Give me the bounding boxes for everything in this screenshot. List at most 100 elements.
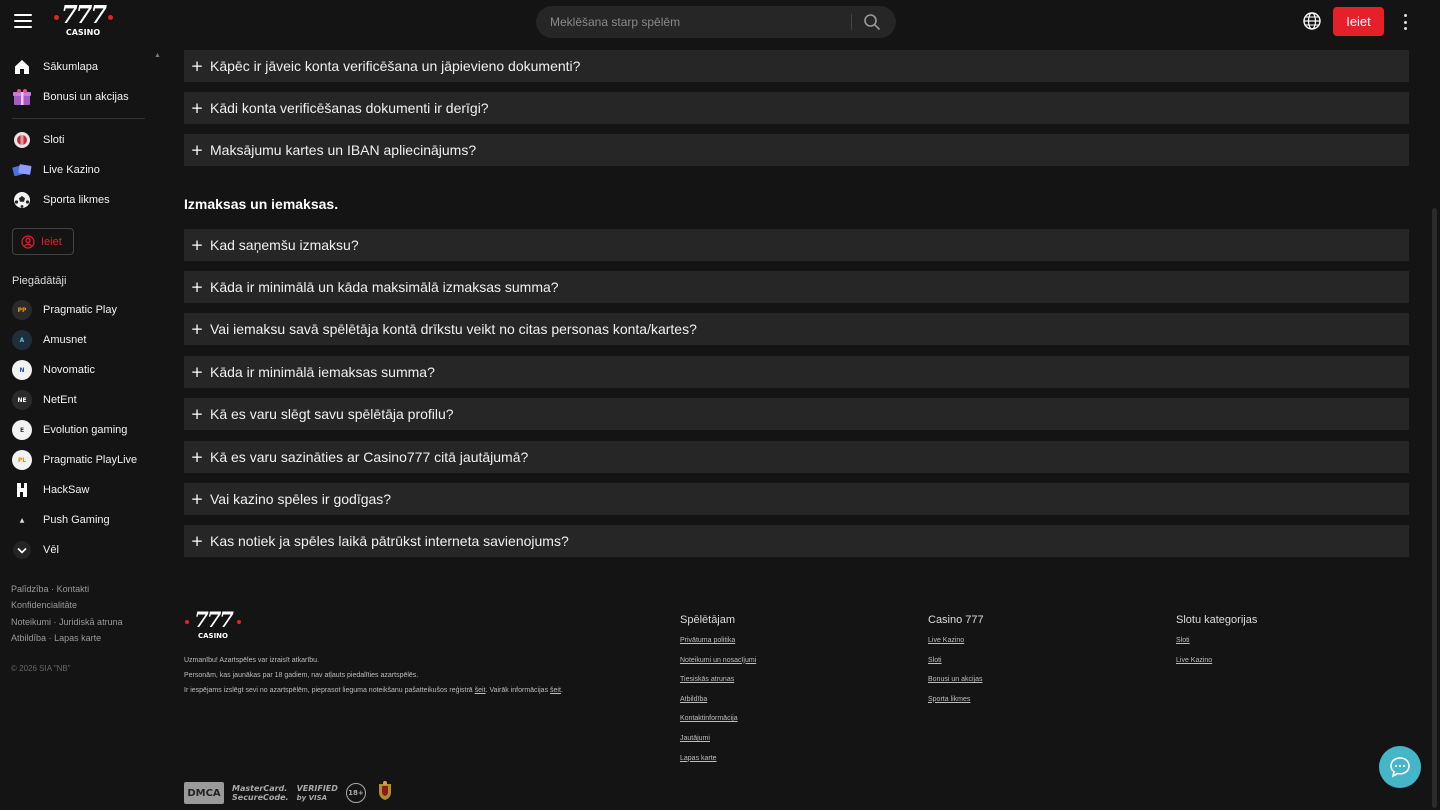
footer-warning: Uzmanību! Azartspēles var izraisīt atkar…	[184, 657, 319, 664]
sidebar-item-amusnet[interactable]: A Amusnet	[12, 327, 152, 353]
sidebar-item-live-casino[interactable]: Live Kazino	[12, 157, 152, 183]
faq-item[interactable]: + Kas notiek ja spēles laikā pātrūkst int…	[184, 525, 1409, 557]
plus-icon: +	[190, 448, 204, 466]
faq-item[interactable]: + Kā es varu slēgt savu spēlētāja profilu…	[184, 398, 1409, 430]
sidebar-item-pragmatic-playlive[interactable]: PL Pragmatic PlayLive	[12, 447, 152, 473]
footer-link[interactable]: Jautājumi	[680, 735, 756, 755]
search-input[interactable]	[550, 12, 840, 32]
novomatic-icon: N	[12, 360, 32, 380]
push-gaming-icon: ▲	[12, 510, 32, 530]
live-casino-icon	[12, 160, 32, 180]
plus-icon: +	[190, 99, 204, 117]
footer-column-slot-categories: Slotu kategorijas Sloti Live Kazino	[1176, 614, 1257, 676]
chat-icon	[1390, 757, 1410, 778]
logo-number: 777	[60, 0, 107, 29]
sidebar-links-row-3: Noteikumi · Juridiskā atruna	[11, 617, 123, 627]
sidebar-item-hacksaw[interactable]: HackSaw	[12, 477, 152, 503]
footer-link[interactable]: Sporta likmes	[928, 696, 984, 716]
sidebar: ▲ Sākumlapa Bonusi un akcijas Sloti Live…	[0, 44, 165, 810]
footer-link[interactable]: Live Kazino	[928, 637, 984, 657]
footer-logo[interactable]: 777 CASINO	[184, 607, 242, 644]
sidebar-item-more[interactable]: Vēl	[12, 537, 152, 563]
plus-icon: +	[190, 320, 204, 338]
sidebar-item-push-gaming[interactable]: ▲ Push Gaming	[12, 507, 152, 533]
more-vertical-icon[interactable]	[1402, 14, 1408, 30]
faq-item[interactable]: + Vai kazino spēles ir godīgas?	[184, 483, 1409, 515]
search-divider	[851, 14, 852, 30]
pragmatic-playlive-icon: PL	[12, 450, 32, 470]
sidebar-item-novomatic[interactable]: N Novomatic	[12, 357, 152, 383]
contacts-link[interactable]: Kontakti	[57, 584, 90, 594]
privacy-link[interactable]: Konfidencialitāte	[11, 600, 77, 610]
globe-icon[interactable]	[1302, 11, 1322, 31]
coat-of-arms-icon	[374, 780, 396, 806]
search-bar	[536, 6, 896, 38]
sidebar-login-button[interactable]: Ieiet	[12, 228, 74, 255]
faq-item[interactable]: + Kad saņemšu izmaksu?	[184, 229, 1409, 261]
chevron-down-icon	[12, 540, 32, 560]
verified-by-visa-badge: VERIFIED by VISA	[296, 783, 338, 802]
footer-badges: DMCA MasterCard. SecureCode. VERIFIED by V…	[184, 781, 404, 805]
footer-link[interactable]: Sloti	[1176, 637, 1257, 657]
sidebar-links-row-2: Konfidencialitāte	[11, 600, 77, 610]
sidebar-item-evolution[interactable]: E Evolution gaming	[12, 417, 152, 443]
exclusion-link[interactable]: šeit	[475, 687, 486, 694]
pragmatic-play-icon: PP	[12, 300, 32, 320]
footer-link[interactable]: Noteikumi un nosacījumi	[680, 657, 756, 677]
footer-link[interactable]: Sloti	[928, 657, 984, 677]
footer-link[interactable]: Live Kazino	[1176, 657, 1257, 677]
search-icon[interactable]	[862, 12, 882, 32]
footer-link[interactable]: Tiesiskās atrunas	[680, 676, 756, 696]
page-scrollbar[interactable]	[1432, 208, 1437, 808]
faq-item[interactable]: + Kā es varu sazināties ar Casino777 citā…	[184, 441, 1409, 473]
help-link[interactable]: Palīdzība	[11, 584, 49, 594]
casino-logo[interactable]: 777 CASINO	[52, 0, 114, 38]
sidebar-item-netent[interactable]: NE NetEnt	[12, 387, 152, 413]
more-info-link[interactable]: šeit	[550, 687, 561, 694]
faq-item[interactable]: + Kādi konta verificēšanas dokumenti ir d…	[184, 92, 1409, 124]
legal-link[interactable]: Juridiskā atruna	[59, 617, 123, 627]
sidebar-links-row-4: Atbildība · Lapas karte	[11, 633, 102, 643]
menu-icon[interactable]	[14, 14, 32, 28]
sidebar-item-sports[interactable]: Sporta likmes	[12, 187, 152, 213]
amusnet-icon: A	[12, 330, 32, 350]
faq-item[interactable]: + Vai iemaksu savā spēlētāja kontā drīkst…	[184, 313, 1409, 345]
plus-icon: +	[190, 141, 204, 159]
sidebar-scroll-up-icon[interactable]: ▲	[154, 52, 161, 60]
plus-icon: +	[190, 278, 204, 296]
faq-item[interactable]: + Kāda ir minimālā un kāda maksimālā izma…	[184, 271, 1409, 303]
responsibility-link[interactable]: Atbildība	[11, 633, 46, 643]
sidebar-item-pragmatic-play[interactable]: PP Pragmatic Play	[12, 297, 152, 323]
footer-link[interactable]: Kontaktinformācija	[680, 715, 756, 735]
faq-item[interactable]: + Kāpēc ir jāveic konta verificēšana un j…	[184, 50, 1409, 82]
hacksaw-icon	[12, 480, 32, 500]
football-icon	[12, 190, 32, 210]
copyright: © 2026 SIA "NB"	[11, 664, 71, 673]
mastercard-securecode-badge: MasterCard. SecureCode.	[232, 784, 289, 802]
plus-icon: +	[190, 532, 204, 550]
footer-link[interactable]: Bonusi un akcijas	[928, 676, 984, 696]
plus-icon: +	[190, 236, 204, 254]
dmca-badge[interactable]: DMCA	[184, 782, 224, 804]
footer-link[interactable]: Atbildība	[680, 696, 756, 716]
plus-icon: +	[190, 57, 204, 75]
sidebar-item-home[interactable]: Sākumlapa	[12, 54, 152, 80]
sidebar-divider	[12, 118, 145, 119]
footer-column-casino: Casino 777 Live Kazino Sloti Bonusi un a…	[928, 614, 984, 715]
plus-icon: +	[190, 363, 204, 381]
sidebar-item-slots[interactable]: Sloti	[12, 127, 152, 153]
rules-link[interactable]: Noteikumi	[11, 617, 51, 627]
footer-link[interactable]: Privātuma politika	[680, 637, 756, 657]
sitemap-link[interactable]: Lapas karte	[54, 633, 101, 643]
header-login-button[interactable]: Ieiet	[1333, 7, 1384, 36]
chat-button[interactable]	[1379, 746, 1421, 788]
faq-item[interactable]: + Maksājumu kartes un IBAN apliecinājums?	[184, 134, 1409, 166]
slots-icon	[12, 130, 32, 150]
logo-sub: CASINO	[65, 28, 101, 37]
footer-link[interactable]: Lapas karte	[680, 755, 756, 775]
plus-icon: +	[190, 490, 204, 508]
faq-item[interactable]: + Kāda ir minimālā iemaksas summa?	[184, 356, 1409, 388]
footer-exclusion: Ir iespējams izslēgt sevi no azartspēlēm…	[184, 687, 563, 694]
sidebar-item-bonuses[interactable]: Bonusi un akcijas	[12, 84, 152, 110]
footer-minors: Personām, kas jaunākas par 18 gadiem, na…	[184, 672, 419, 679]
